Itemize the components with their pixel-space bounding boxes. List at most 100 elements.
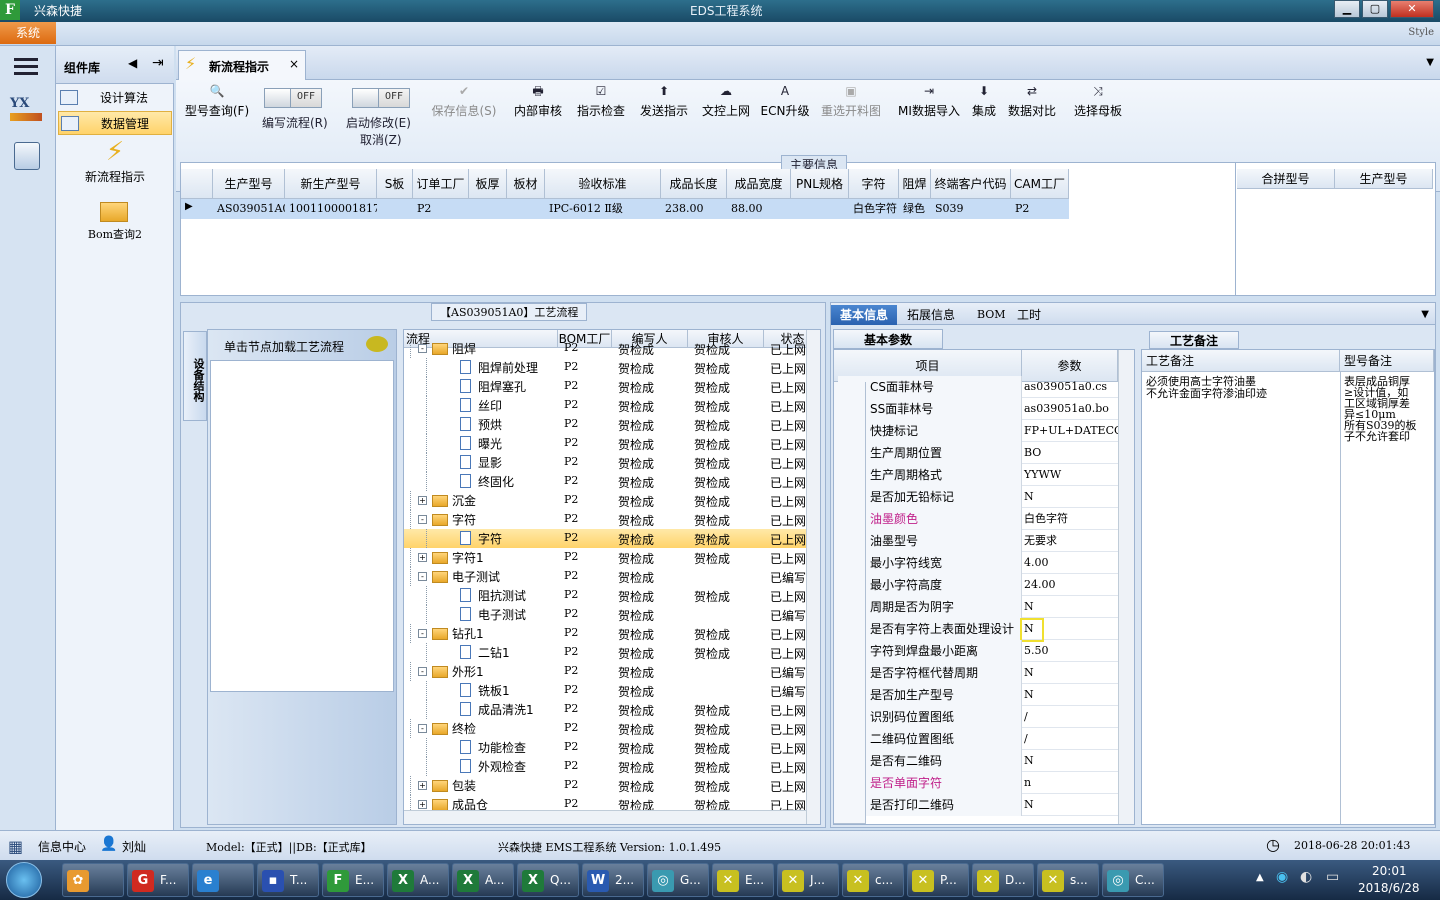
expander-icon[interactable]: - <box>418 667 427 676</box>
col-header[interactable]: 成品长度 <box>661 169 727 199</box>
taskbar-app[interactable]: ✕ D... <box>972 863 1034 897</box>
param-row[interactable]: 识别码位置图纸 / <box>834 706 1118 728</box>
col-header[interactable]: 终端客户代码 <box>931 169 1011 199</box>
side-col-header[interactable]: 生产型号 <box>1335 169 1433 189</box>
taskbar-app[interactable]: ▪ T... <box>257 863 319 897</box>
horizontal-scrollbar[interactable] <box>404 810 806 824</box>
taskbar-app[interactable]: X Q... <box>517 863 579 897</box>
param-row[interactable]: 是否字符框代替周期 N <box>834 662 1118 684</box>
toolbar-button-5[interactable]: ☁ 文控上网 <box>698 82 754 142</box>
expander-icon[interactable]: + <box>418 496 427 505</box>
tree-row[interactable]: 电子测试 P2 贺检成 已编写 <box>404 605 820 624</box>
tree-row[interactable]: 阻焊塞孔 P2 贺检成 贺检成 已上网 <box>404 377 820 396</box>
tree-row[interactable]: 字符 P2 贺检成 贺检成 已上网 <box>404 529 820 548</box>
param-row[interactable]: 是否加无铅标记 N <box>834 486 1118 508</box>
tree-row[interactable]: - 外形1 P2 贺检成 已编写 <box>404 662 820 681</box>
col-header[interactable]: 新生产型号 <box>285 169 377 199</box>
tree-row[interactable]: 成品清洗1 P2 贺检成 贺检成 已上网 <box>404 700 820 719</box>
minimize-button[interactable]: ▁ <box>1334 0 1360 18</box>
expander-icon[interactable]: - <box>418 344 427 353</box>
param-row[interactable]: 二维码位置图纸 / <box>834 728 1118 750</box>
taskbar-app[interactable]: ✕ P... <box>907 863 969 897</box>
param-row[interactable]: 生产周期格式 YYWW <box>834 464 1118 486</box>
param-value[interactable]: as039051a0.cs <box>1022 376 1107 398</box>
tray-display-icon[interactable]: ▭ <box>1326 869 1339 885</box>
tree-row[interactable]: 阻抗测试 P2 贺检成 贺检成 已上网 <box>404 586 820 605</box>
col-header[interactable]: 成品宽度 <box>727 169 791 199</box>
tree-row[interactable]: 二钻1 P2 贺检成 贺检成 已上网 <box>404 643 820 662</box>
style-menu[interactable]: Style <box>1408 27 1434 38</box>
col-header[interactable]: S板 <box>377 169 413 199</box>
tree-row[interactable]: + 包装 P2 贺检成 贺检成 已上网 <box>404 776 820 795</box>
tab-basic-info[interactable]: 基本信息 <box>831 305 897 325</box>
taskbar-app[interactable]: X A... <box>387 863 449 897</box>
maximize-button[interactable]: ▢ <box>1362 0 1388 18</box>
expander-icon[interactable]: + <box>418 781 427 790</box>
taskbar-app[interactable]: ◎ G... <box>647 863 709 897</box>
param-grid[interactable]: 项目 参数 CS面菲林号 as039051a0.cs SS面菲林号 as039051a0.… <box>833 349 1135 825</box>
toolbar-button-6[interactable]: A ECN升级 <box>760 82 810 142</box>
tree-row[interactable]: 阻焊前处理 P2 贺检成 贺检成 已上网 <box>404 358 820 377</box>
tree-row[interactable]: + 字符1 P2 贺检成 贺检成 已上网 <box>404 548 820 567</box>
param-row[interactable]: 是否单面字符 n <box>834 772 1118 794</box>
param-row[interactable]: 周期是否为阴字 N <box>834 596 1118 618</box>
col-header[interactable]: 验收标准 <box>545 169 661 199</box>
col-header[interactable]: 订单工厂 <box>413 169 469 199</box>
param-value[interactable]: N <box>1022 662 1034 684</box>
param-row[interactable]: 最小字符线宽 4.00 <box>834 552 1118 574</box>
tree-row[interactable]: 功能检查 P2 贺检成 贺检成 已上网 <box>404 738 820 757</box>
col-header[interactable]: 阻焊 <box>899 169 931 199</box>
param-value[interactable]: N <box>1022 596 1034 618</box>
param-row[interactable]: 生产周期位置 BO <box>834 442 1118 464</box>
sidebar-item-data-management[interactable]: 数据管理 <box>58 111 172 135</box>
tab-new-process[interactable]: ⚡ 新流程指示 × <box>178 50 306 80</box>
param-row[interactable]: 是否加生产型号 N <box>834 684 1118 706</box>
param-value[interactable]: N <box>1022 684 1034 706</box>
calculator-icon[interactable] <box>14 142 40 170</box>
col-header[interactable]: 生产型号 <box>213 169 285 199</box>
param-row[interactable]: 是否打印二维码 N <box>834 794 1118 816</box>
param-row[interactable]: 快捷标记 FP+UL+DATECODE <box>834 420 1134 442</box>
menu-icon[interactable] <box>14 58 38 61</box>
toolbar-button-10[interactable]: ⇄ 数据对比 <box>1004 82 1060 142</box>
tree-row[interactable]: 外观检查 P2 贺检成 贺检成 已上网 <box>404 757 820 776</box>
cancel-label[interactable]: 取消(Z) <box>360 131 402 148</box>
tool-bom-query[interactable]: Bom查询2 <box>56 196 174 246</box>
col-header[interactable]: 板材 <box>507 169 545 199</box>
process-tree-grid[interactable]: 流程 BOM工厂 编写人 审核人 状态 - 阻焊 P2 贺检成 贺检成 已上网 阻焊前处理 P2 贺检成贺… <box>403 329 821 825</box>
param-value[interactable]: / <box>1022 728 1028 750</box>
toolbar-button-8[interactable]: ⇥ MI数据导入 <box>896 82 962 142</box>
craft-note-grid[interactable]: 工艺备注 型号备注 必须使用高士字符油墨 不允许金面字符渗油印迹 表层成品铜厚 … <box>1141 349 1435 825</box>
param-row[interactable]: SS面菲林号 as039051a0.bo <box>834 398 1118 420</box>
param-row[interactable]: CS面菲林号 as039051a0.cs <box>834 376 1118 398</box>
taskbar-app[interactable]: ✿ <box>62 863 124 897</box>
taskbar-app[interactable]: ✕ c... <box>842 863 904 897</box>
expander-icon[interactable]: - <box>418 724 427 733</box>
taskbar-app[interactable]: W 2... <box>582 863 644 897</box>
tree-row[interactable]: 预烘 P2 贺检成 贺检成 已上网 <box>404 415 820 434</box>
expander-icon[interactable]: + <box>418 800 427 809</box>
expander-icon[interactable]: - <box>418 515 427 524</box>
toolbar-button-9[interactable]: ⬇ 集成 <box>966 82 1002 142</box>
tree-row[interactable]: 铣板1 P2 贺检成 已编写 <box>404 681 820 700</box>
taskbar-app[interactable]: ✕ J... <box>777 863 839 897</box>
tree-row[interactable]: - 字符 P2 贺检成 贺检成 已上网 <box>404 510 820 529</box>
col-header[interactable]: 板厚 <box>469 169 507 199</box>
modify-toggle[interactable]: OFF <box>352 88 410 108</box>
col-header[interactable]: PNL规格 <box>791 169 849 199</box>
param-row[interactable]: 是否有二维码 N <box>834 750 1118 772</box>
system-menu[interactable]: 系统 <box>0 22 56 44</box>
tree-row[interactable]: 曝光 P2 贺检成 贺检成 已上网 <box>404 434 820 453</box>
info-center[interactable]: 信息中心 <box>38 838 86 855</box>
tab-menu-icon[interactable]: ▼ <box>1426 57 1434 68</box>
param-value[interactable]: N <box>1022 486 1034 508</box>
tree-row[interactable]: 丝印 P2 贺检成 贺检成 已上网 <box>404 396 820 415</box>
expander-icon[interactable]: - <box>418 629 427 638</box>
taskbar-app[interactable]: ✕ s... <box>1037 863 1099 897</box>
tab-work-hours[interactable]: 工时 <box>1017 305 1041 325</box>
start-button[interactable] <box>6 862 42 898</box>
param-row[interactable]: 字符到焊盘最小距离 5.50 <box>834 640 1118 662</box>
taskbar-app[interactable]: X A... <box>452 863 514 897</box>
param-value[interactable]: 5.50 <box>1022 640 1049 662</box>
edit-flow-toggle[interactable]: OFF <box>264 88 322 108</box>
